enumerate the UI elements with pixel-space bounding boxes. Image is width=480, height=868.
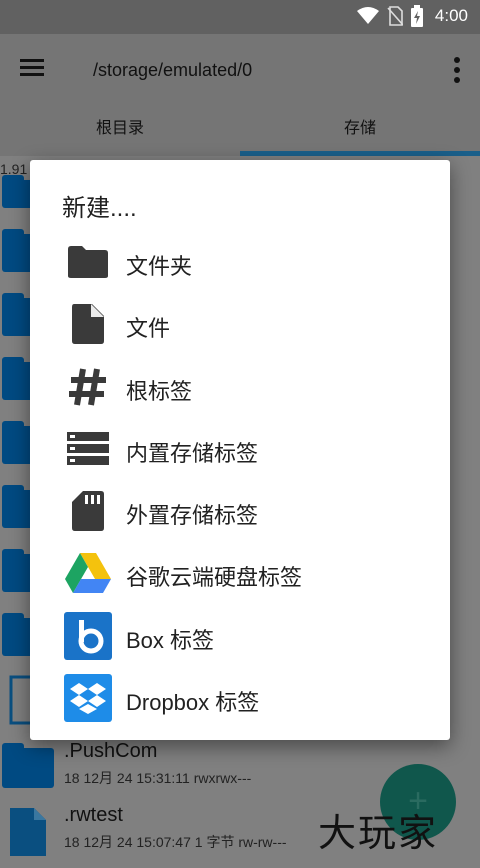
new-google-drive-tag-option[interactable]: 谷歌云端硬盘标签	[30, 542, 450, 604]
sd-card-icon	[72, 491, 104, 531]
new-box-tag-option[interactable]: Box 标签	[30, 605, 450, 667]
box-icon	[64, 612, 112, 660]
watermark-text: 大玩家	[318, 811, 439, 855]
folder-icon	[68, 246, 108, 278]
battery-charging-icon	[410, 5, 423, 27]
new-root-tag-option[interactable]: 根标签	[30, 356, 450, 418]
option-label: 谷歌云端硬盘标签	[126, 565, 303, 590]
file-icon	[72, 304, 104, 344]
new-file-option[interactable]: 文件	[30, 293, 450, 355]
internal-storage-icon	[67, 432, 109, 465]
option-label: 文件	[126, 316, 171, 341]
hamburger-menu-icon[interactable]	[18, 56, 46, 78]
file-name: .rwtest	[64, 804, 123, 826]
google-drive-icon	[65, 553, 111, 593]
new-item-dialog: 新建.... 文件夹 文件 根标签 内置存储标签 外置存储标签 谷歌云端硬盘标签…	[30, 160, 450, 740]
option-label: 根标签	[126, 379, 193, 404]
file-meta: 18 12月 24 15:07:47 1 字节 rw-rw---	[64, 834, 287, 850]
tab-root[interactable]: 根目录	[0, 106, 240, 156]
no-sim-icon	[387, 6, 403, 26]
new-internal-storage-tag-option[interactable]: 内置存储标签	[30, 418, 450, 480]
status-time: 4:00	[434, 6, 468, 25]
new-external-storage-tag-option[interactable]: 外置存储标签	[30, 480, 450, 542]
file-name: .PushCom	[64, 740, 158, 762]
new-folder-option[interactable]: 文件夹	[30, 231, 450, 293]
tab-bar: 根目录 存储	[0, 106, 480, 156]
more-vert-icon[interactable]	[452, 56, 462, 84]
option-label: Box 标签	[126, 628, 215, 653]
dialog-title: 新建....	[62, 195, 137, 222]
hash-icon	[69, 368, 106, 406]
option-label: 文件夹	[126, 254, 193, 279]
current-path: /storage/emulated/0	[93, 60, 253, 80]
status-bar: 4:00	[0, 0, 480, 34]
tab-storage[interactable]: 存储	[240, 106, 480, 156]
file-meta: 18 12月 24 15:31:11 rwxrwx---	[64, 770, 252, 786]
app-bar: /storage/emulated/0	[0, 34, 480, 106]
option-label: 外置存储标签	[126, 503, 259, 528]
new-dropbox-tag-option[interactable]: Dropbox 标签	[30, 667, 450, 729]
option-label: Dropbox 标签	[126, 690, 260, 715]
option-label: 内置存储标签	[126, 441, 259, 466]
wifi-icon	[356, 7, 379, 24]
folder-icon[interactable]	[2, 743, 54, 788]
dropbox-icon	[64, 674, 112, 722]
file-icon[interactable]	[8, 806, 48, 858]
